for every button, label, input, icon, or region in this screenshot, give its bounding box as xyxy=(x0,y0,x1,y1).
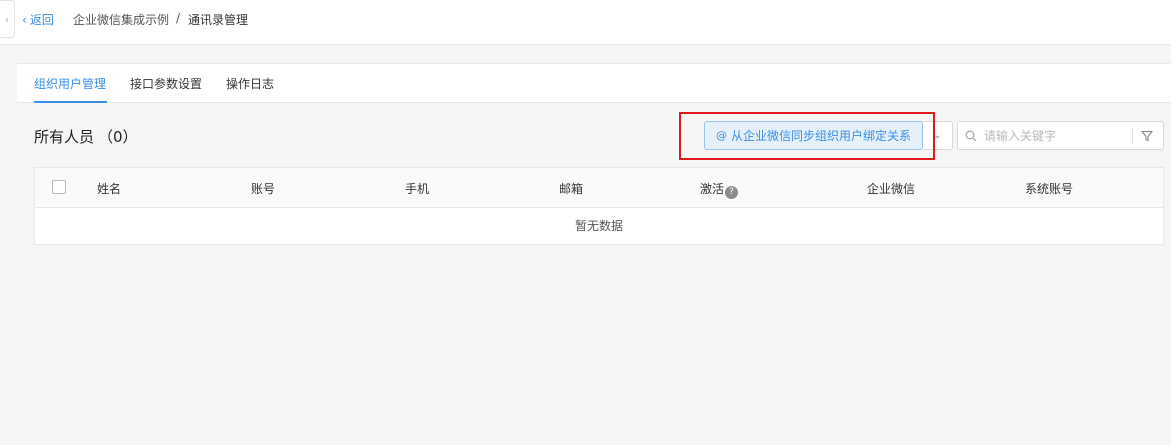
active-tab-indicator xyxy=(34,101,107,103)
column-header-account[interactable]: 账号 xyxy=(251,180,275,197)
sidebar-collapse-handle[interactable]: ‹ xyxy=(0,0,15,38)
wecom-icon: @ xyxy=(715,129,727,142)
page-title: 所有人员 （0） xyxy=(34,126,138,147)
select-all-checkbox[interactable] xyxy=(52,180,66,194)
breadcrumb-app[interactable]: 企业微信集成示例 xyxy=(73,11,169,28)
back-label: 返回 xyxy=(29,13,54,27)
empty-state: 暂无数据 xyxy=(574,219,623,233)
back-link[interactable]: ‹ 返回 xyxy=(22,11,54,28)
column-header-activated-label: 激活 xyxy=(700,182,725,196)
filter-icon[interactable] xyxy=(1138,128,1156,144)
user-table: 姓名 账号 手机 邮箱 激活? 企业微信 系统账号 暂无数据 xyxy=(34,167,1164,245)
search-divider xyxy=(1132,128,1133,144)
chevron-down-icon: ⌄ xyxy=(933,130,942,141)
chevron-left-icon: ‹ xyxy=(4,12,10,26)
tab-bar: 组织用户管理 接口参数设置 操作日志 xyxy=(17,64,1171,103)
column-header-phone[interactable]: 手机 xyxy=(405,180,429,197)
tab-operation-log[interactable]: 操作日志 xyxy=(226,75,274,92)
column-header-name[interactable]: 姓名 xyxy=(97,180,121,197)
help-icon[interactable]: ? xyxy=(725,186,739,199)
member-count: （0） xyxy=(98,128,138,146)
breadcrumb-separator: / xyxy=(176,11,181,25)
search-input[interactable] xyxy=(984,123,1124,148)
tab-api-settings[interactable]: 接口参数设置 xyxy=(130,75,202,92)
breadcrumb-current: 通讯录管理 xyxy=(188,13,249,27)
search-box xyxy=(957,121,1164,150)
table-header: 姓名 账号 手机 邮箱 激活? 企业微信 系统账号 xyxy=(35,168,1163,208)
column-header-activated[interactable]: 激活? xyxy=(700,180,739,199)
page-title-text: 所有人员 xyxy=(34,128,95,146)
sync-button-label: 从企业微信同步组织用户绑定关系 xyxy=(730,129,911,143)
chevron-left-icon: ‹ xyxy=(22,12,27,27)
sync-wecom-button[interactable]: @ 从企业微信同步组织用户绑定关系 xyxy=(704,121,923,150)
column-header-email[interactable]: 邮箱 xyxy=(559,180,583,197)
search-icon xyxy=(958,130,984,142)
top-bar: ‹ 返回 企业微信集成示例 / 通讯录管理 xyxy=(0,0,1171,45)
sync-dropdown-button[interactable]: ⌄ xyxy=(923,121,953,150)
tab-org-users[interactable]: 组织用户管理 xyxy=(34,75,106,92)
column-header-system-account[interactable]: 系统账号 xyxy=(1025,180,1073,197)
column-header-wecom[interactable]: 企业微信 xyxy=(867,180,915,197)
